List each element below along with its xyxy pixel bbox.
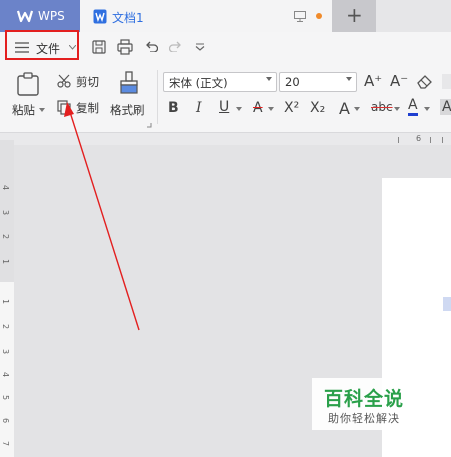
- ruler-number: 4: [1, 371, 11, 378]
- text-cursor-marker: [443, 297, 451, 311]
- clear-format-eraser-icon[interactable]: [416, 74, 433, 89]
- wps-logo-icon: [17, 10, 33, 23]
- ruler-number: 1: [1, 298, 11, 305]
- paintbrush-icon: [120, 71, 138, 94]
- new-tab-button[interactable]: +: [332, 0, 376, 32]
- monitor-icon[interactable]: [294, 11, 306, 22]
- font-family-dropdown-icon: [266, 77, 272, 81]
- ruler-number: 2: [1, 323, 11, 330]
- customize-toolbar-icon[interactable]: [195, 43, 205, 51]
- paste-button[interactable]: 粘贴: [8, 68, 48, 122]
- paste-dropdown-icon: [39, 108, 45, 112]
- ruler-number: 7: [1, 440, 11, 447]
- print-icon[interactable]: [117, 39, 133, 55]
- phonetic-dropdown-icon[interactable]: [394, 107, 400, 111]
- ruler-mark-6: 6: [416, 134, 422, 143]
- vertical-ruler-page-area: [0, 282, 14, 457]
- font-size-dropdown-icon: [346, 77, 352, 81]
- tab-wps-label: WPS: [38, 9, 65, 23]
- ribbon-overflow: [442, 74, 451, 89]
- ruler-number: 6: [1, 417, 11, 424]
- undo-icon[interactable]: [145, 41, 158, 52]
- underline-dropdown-icon[interactable]: [236, 107, 242, 111]
- italic-button[interactable]: I: [196, 100, 202, 116]
- cut-button[interactable]: 剪切: [55, 72, 105, 92]
- cut-label: 剪切: [76, 75, 99, 89]
- tab-document[interactable]: 文档1: [80, 0, 332, 32]
- ruler-number: 1: [1, 258, 11, 265]
- annotation-arrow: [64, 102, 140, 331]
- font-size-value: 20: [285, 75, 300, 89]
- subscript-button[interactable]: X₂: [310, 100, 325, 116]
- ruler-number: 3: [1, 209, 11, 216]
- text-effects-dropdown-icon[interactable]: [354, 107, 360, 111]
- watermark-logo: 百科全说 助你轻松解决: [312, 378, 416, 430]
- shrink-font-button[interactable]: A⁻: [390, 72, 408, 90]
- phonetic-guide-button[interactable]: abc: [371, 100, 393, 114]
- clipboard-icon: [17, 72, 39, 96]
- strikethrough-button[interactable]: A: [253, 100, 263, 116]
- ruler-number: 2: [1, 233, 11, 240]
- ruler-number: 5: [1, 394, 11, 401]
- word-doc-icon: [93, 9, 107, 24]
- highlight-button[interactable]: A: [440, 99, 451, 115]
- ribbon-divider: [157, 70, 158, 124]
- watermark-subtitle: 助你轻松解决: [328, 412, 400, 425]
- ruler-number: 4: [1, 184, 11, 191]
- font-family-value: 宋体 (正文): [169, 76, 228, 90]
- ruler-tick: [442, 137, 443, 143]
- font-family-select[interactable]: 宋体 (正文): [163, 72, 277, 92]
- save-icon[interactable]: [92, 40, 106, 54]
- bold-button[interactable]: B: [168, 100, 179, 116]
- watermark-title: 百科全说: [323, 388, 404, 410]
- ruler-tick: [430, 137, 431, 143]
- strikethrough-dropdown-icon[interactable]: [268, 107, 274, 111]
- font-size-select[interactable]: 20: [279, 72, 357, 92]
- underline-button[interactable]: U: [219, 99, 229, 115]
- paste-label: 粘贴: [12, 103, 35, 117]
- tab-wps-home[interactable]: WPS: [0, 0, 80, 32]
- scissors-icon: [57, 74, 71, 88]
- superscript-button[interactable]: X²: [284, 100, 299, 116]
- tab-document-label: 文档1: [112, 11, 144, 25]
- unsaved-dot-icon: [316, 13, 322, 19]
- annotation-highlight-box: [5, 30, 79, 60]
- plus-icon: +: [346, 3, 363, 27]
- ruler-tick: [398, 137, 399, 143]
- redo-icon[interactable]: [169, 41, 182, 52]
- grow-font-button[interactable]: A⁺: [364, 72, 382, 90]
- ruler-number: 3: [1, 348, 11, 355]
- font-color-button[interactable]: A: [408, 98, 418, 116]
- font-color-dropdown-icon[interactable]: [424, 107, 430, 111]
- text-effects-button[interactable]: A: [339, 99, 350, 118]
